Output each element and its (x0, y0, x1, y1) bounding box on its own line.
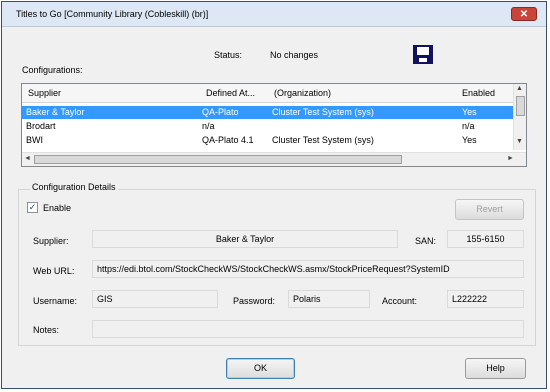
row-enabled: Yes (462, 135, 477, 145)
notes-label: Notes: (33, 325, 60, 335)
account-field[interactable]: L222222 (447, 290, 524, 308)
scroll-right-icon[interactable]: ► (507, 155, 514, 162)
web-url-field[interactable]: https://edi.btol.com/StockCheckWS/StockC… (92, 260, 524, 278)
help-button[interactable]: Help (465, 358, 526, 379)
row-organization: Cluster Test System (sys) (272, 107, 374, 117)
row-supplier: Brodart (26, 121, 56, 131)
supplier-field: Baker & Taylor (92, 230, 398, 248)
column-header-defined-at[interactable]: Defined At... (206, 88, 255, 98)
vertical-scrollbar[interactable]: ▲ ▼ (513, 84, 526, 150)
configurations-list[interactable]: Supplier Defined At... (Organization) En… (21, 83, 527, 167)
list-row[interactable]: Baker & Taylor QA-Plato Cluster Test Sys… (22, 106, 515, 119)
enable-label: Enable (43, 203, 72, 213)
status-label: Status: (214, 50, 243, 60)
enable-checkbox[interactable]: ✓ (27, 202, 38, 213)
supplier-label: Supplier: (33, 236, 69, 246)
web-url-label: Web URL: (33, 266, 75, 276)
account-label: Account: (382, 296, 418, 306)
column-header-organization[interactable]: (Organization) (274, 88, 331, 98)
list-row[interactable]: BWI QA-Plato 4.1 Cluster Test System (sy… (22, 134, 515, 147)
row-organization: Cluster Test System (sys) (272, 135, 374, 145)
notes-field[interactable] (92, 320, 524, 338)
window-title: Titles to Go [Community Library (Coblesk… (16, 9, 209, 19)
list-row[interactable]: Brodart n/a n/a (22, 120, 515, 133)
row-enabled: n/a (462, 121, 475, 131)
configuration-details-label: Configuration Details (30, 182, 118, 192)
row-enabled: Yes (462, 107, 477, 117)
status-value: No changes (270, 50, 319, 60)
ok-button[interactable]: OK (226, 358, 295, 379)
scroll-up-icon[interactable]: ▲ (516, 85, 523, 92)
column-header-enabled[interactable]: Enabled (462, 88, 495, 98)
row-defined-at: QA-Plato (202, 107, 239, 117)
title-bar[interactable]: Titles to Go [Community Library (Coblesk… (2, 2, 546, 27)
horizontal-scrollbar[interactable]: ◄ ► (22, 152, 526, 166)
username-field[interactable]: GIS (92, 290, 218, 308)
revert-button[interactable]: Revert (455, 199, 524, 220)
row-defined-at: QA-Plato 4.1 (202, 135, 254, 145)
column-header-supplier[interactable]: Supplier (28, 88, 61, 98)
close-icon: ✕ (519, 9, 529, 20)
configurations-label: Configurations: (22, 65, 83, 75)
row-supplier: Baker & Taylor (26, 107, 85, 117)
scroll-left-icon[interactable]: ◄ (24, 155, 31, 162)
san-field: 155-6150 (447, 230, 524, 248)
save-icon[interactable] (413, 45, 433, 64)
san-label: SAN: (415, 236, 437, 246)
horizontal-scroll-thumb[interactable] (34, 155, 402, 164)
password-field[interactable]: Polaris (288, 290, 370, 308)
row-defined-at: n/a (202, 121, 215, 131)
vertical-scroll-thumb[interactable] (516, 96, 525, 116)
row-supplier: BWI (26, 135, 43, 145)
check-icon: ✓ (28, 202, 37, 212)
scroll-down-icon[interactable]: ▼ (516, 138, 523, 145)
username-label: Username: (33, 296, 78, 306)
list-header: Supplier Defined At... (Organization) En… (22, 84, 515, 103)
password-label: Password: (233, 296, 276, 306)
close-button[interactable]: ✕ (511, 7, 537, 21)
